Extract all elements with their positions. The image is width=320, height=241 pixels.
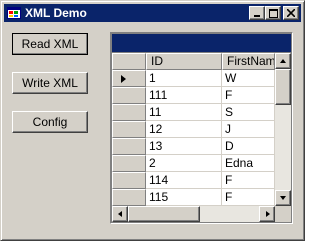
row-header[interactable] [112,172,146,189]
cell-id[interactable]: 111 [146,87,222,104]
scroll-left-button[interactable] [112,206,128,222]
close-icon [287,9,295,17]
column-header-firstname[interactable]: FirstName [222,53,275,70]
table-row[interactable]: 1W [112,70,275,87]
cell-firstname[interactable]: D [222,138,275,155]
maximize-icon [268,8,278,18]
app-window: XML Demo Read XML Write XML Config ID Fi… [0,0,305,241]
table-row[interactable]: 12 J [112,121,275,138]
cell-firstname[interactable]: F [222,87,275,104]
row-header[interactable] [112,70,146,87]
cell-firstname[interactable]: F [222,172,275,189]
row-header[interactable] [112,155,146,172]
read-xml-button[interactable]: Read XML [12,33,88,55]
cell-id[interactable]: 1 [146,70,222,87]
scroll-down-button[interactable] [275,190,291,206]
cell-firstname[interactable]: Edna [222,155,275,172]
app-icon[interactable] [7,6,21,20]
cell-firstname[interactable]: W [222,70,275,87]
cell-id[interactable]: 13 [146,138,222,155]
cell-firstname[interactable]: J [222,121,275,138]
scroll-right-button[interactable] [259,206,275,222]
config-button[interactable]: Config [12,111,88,133]
table-row[interactable]: 13 D [112,138,275,155]
grid-caption-bar [112,34,291,52]
window-title: XML Demo [25,6,87,20]
data-grid[interactable]: ID FirstName 1W111F11S12J13D2Edna114F115… [110,32,293,224]
cell-id[interactable]: 11 [146,104,222,121]
table-row[interactable]: 11 S [112,104,275,121]
minimize-icon [254,15,260,17]
arrow-right-icon [266,211,270,217]
table-row[interactable]: 114 F [112,172,275,189]
title-bar[interactable]: XML Demo [4,4,301,22]
row-header-corner[interactable] [112,53,146,70]
column-header-id[interactable]: ID [146,53,222,70]
row-header[interactable] [112,87,146,104]
vertical-scrollbar[interactable] [275,53,291,206]
cell-id[interactable]: 12 [146,121,222,138]
row-header[interactable] [112,104,146,121]
current-row-pointer-icon [121,75,126,83]
minimize-button[interactable] [249,6,265,20]
arrow-down-icon [280,196,286,200]
horizontal-scrollbar[interactable] [112,206,275,222]
maximize-button[interactable] [265,6,281,20]
row-header[interactable] [112,138,146,155]
table-row[interactable]: 2 Edna [112,155,275,172]
row-header[interactable] [112,121,146,138]
close-button[interactable] [283,6,299,20]
table-row[interactable]: 115 F [112,189,275,206]
vertical-scroll-thumb[interactable] [275,69,291,105]
cell-id[interactable]: 115 [146,189,222,206]
table-row[interactable]: 111 F [112,87,275,104]
horizontal-scroll-thumb[interactable] [128,206,200,222]
cell-firstname[interactable]: S [222,104,275,121]
arrow-up-icon [280,59,286,63]
write-xml-button[interactable]: Write XML [12,72,88,94]
row-header[interactable] [112,189,146,206]
cell-firstname[interactable]: F [222,189,275,206]
cell-id[interactable]: 114 [146,172,222,189]
cell-id[interactable]: 2 [146,155,222,172]
scrollbar-corner [275,206,291,222]
scroll-up-button[interactable] [275,53,291,69]
arrow-left-icon [118,211,122,217]
